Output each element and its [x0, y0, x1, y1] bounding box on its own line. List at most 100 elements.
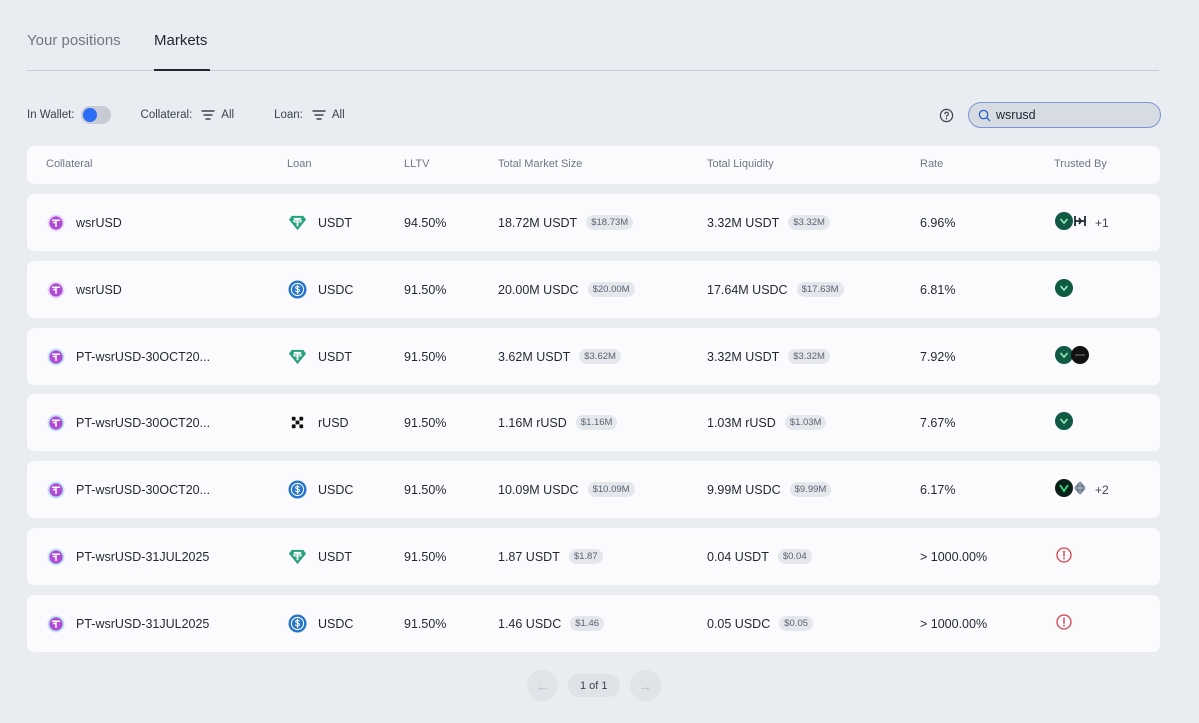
trusted-more-count: +2 — [1095, 482, 1109, 497]
collateral-name: PT-wsrUSD-30OCT20... — [76, 482, 211, 497]
market-size-usd-badge: $10.09M — [587, 482, 635, 497]
tab-your-positions[interactable]: Your positions — [27, 32, 121, 49]
market-size-value: 18.72M USDT — [498, 215, 578, 230]
loan-name: USDC — [318, 616, 354, 631]
table-header: Collateral Loan LLTV Total Market Size T… — [27, 146, 1160, 184]
collateral-cell: PT-wsrUSD-31JUL2025 — [47, 528, 209, 585]
usdc-icon — [288, 614, 307, 633]
rate-cell: > 1000.00% — [920, 549, 988, 564]
col-trusted-by[interactable]: Trusted By — [1054, 158, 1107, 170]
filter-icon — [201, 110, 215, 120]
loan-filter-button[interactable]: All — [312, 109, 345, 121]
vault-bars-icon — [1071, 212, 1089, 233]
market-size-value: 3.62M USDT — [498, 349, 571, 364]
search-input[interactable] — [996, 108, 1146, 122]
liquidity-usd-badge: $3.32M — [788, 349, 830, 364]
liquidity-cell: 9.99M USDC $9.99M — [707, 461, 832, 518]
vault-black-icon — [1071, 346, 1089, 367]
trusted-more-count: +1 — [1095, 215, 1109, 230]
liquidity-usd-badge: $1.03M — [784, 415, 827, 430]
collateral-name: PT-wsrUSD-30OCT20... — [76, 415, 211, 430]
market-size-usd-badge: $1.87 — [568, 549, 603, 564]
in-wallet-label: In Wallet: — [27, 109, 75, 121]
warning-icon — [1055, 613, 1073, 634]
in-wallet-toggle[interactable] — [80, 106, 111, 124]
col-rate[interactable]: Rate — [920, 158, 943, 170]
lltv-cell: 91.50% — [404, 282, 447, 297]
market-size-usd-badge: $1.16M — [575, 415, 618, 430]
collateral-name: wsrUSD — [76, 215, 122, 230]
liquidity-usd-badge: $9.99M — [789, 482, 832, 497]
collateral-name: PT-wsrUSD-31JUL2025 — [76, 549, 210, 564]
loan-name: USDT — [318, 549, 353, 564]
col-total-market-size[interactable]: Total Market Size — [498, 158, 582, 170]
vault-green-icon — [1055, 412, 1073, 433]
loan-cell: USDT — [288, 328, 352, 385]
market-row[interactable]: PT-wsrUSD-30OCT20... USDT 91.50% 3.62M U… — [27, 328, 1160, 385]
pt-icon — [47, 414, 65, 432]
market-row[interactable]: wsrUSD USDT 94.50% 18.72M USDT $18.73M 3… — [27, 194, 1160, 251]
market-row[interactable]: PT-wsrUSD-30OCT20... USDC 91.50% 10.09M … — [27, 461, 1160, 518]
lltv-cell: 91.50% — [404, 415, 447, 430]
market-row[interactable]: PT-wsrUSD-30OCT20... rUSD 91.50% 1.16M r… — [27, 394, 1160, 451]
col-collateral[interactable]: Collateral — [46, 158, 92, 170]
pt-icon — [47, 548, 65, 566]
collateral-cell: PT-wsrUSD-30OCT20... — [47, 461, 210, 518]
col-lltv[interactable]: LLTV — [404, 158, 429, 170]
liquidity-cell: 0.05 USDC $0.05 — [707, 595, 814, 652]
pagination: ← 1 of 1 → — [527, 670, 661, 701]
diamond-icon — [1071, 479, 1089, 500]
market-row[interactable]: PT-wsrUSD-31JUL2025 USDC 91.50% 1.46 USD… — [27, 595, 1160, 652]
loan-filter-label: Loan: — [274, 109, 303, 121]
collateral-filter-button[interactable]: All — [201, 109, 234, 121]
collateral-filter-value: All — [221, 109, 235, 121]
collateral-name: PT-wsrUSD-30OCT20... — [76, 349, 211, 364]
collateral-cell: PT-wsrUSD-30OCT20... — [47, 394, 210, 451]
trusted-by-cell: +1 — [1055, 194, 1109, 251]
market-row[interactable]: PT-wsrUSD-31JUL2025 USDT 91.50% 1.87 USD… — [27, 528, 1160, 585]
liquidity-value: 17.64M USDC — [707, 282, 788, 297]
rusd-icon — [288, 413, 307, 432]
liquidity-usd-badge: $0.04 — [777, 549, 812, 564]
lltv-cell: 94.50% — [404, 215, 447, 230]
market-size-usd-badge: $18.73M — [586, 215, 634, 230]
lltv-cell: 91.50% — [404, 482, 447, 497]
market-size-value: 1.46 USDC — [498, 616, 562, 631]
market-size-cell: 10.09M USDC $10.09M — [498, 461, 635, 518]
lltv-cell: 91.50% — [404, 549, 447, 564]
tab-markets[interactable]: Markets — [154, 32, 207, 49]
pt-icon — [47, 615, 65, 633]
help-icon[interactable] — [939, 108, 954, 123]
arrow-right-icon: → — [638, 677, 653, 694]
next-page-button[interactable]: → — [629, 670, 661, 701]
loan-cell: USDC — [288, 261, 353, 318]
col-loan[interactable]: Loan — [287, 158, 311, 170]
market-row[interactable]: wsrUSD USDC 91.50% 20.00M USDC $20.00M 1… — [27, 261, 1160, 318]
market-size-cell: 18.72M USDT $18.73M — [498, 194, 634, 251]
collateral-cell: wsrUSD — [47, 261, 122, 318]
liquidity-value: 9.99M USDC — [707, 482, 781, 497]
wsrusd-icon — [47, 281, 65, 299]
collateral-cell: PT-wsrUSD-30OCT20... — [47, 328, 210, 385]
loan-name: rUSD — [318, 415, 349, 430]
col-total-liquidity[interactable]: Total Liquidity — [707, 158, 774, 170]
market-size-value: 1.87 USDT — [498, 549, 560, 564]
trusted-by-cell — [1055, 328, 1089, 385]
collateral-filter: Collateral: All — [141, 109, 235, 121]
market-size-cell: 20.00M USDC $20.00M — [498, 261, 635, 318]
collateral-name: wsrUSD — [76, 282, 122, 297]
liquidity-cell: 0.04 USDT $0.04 — [707, 528, 812, 585]
loan-cell: rUSD — [288, 394, 349, 451]
rate-cell: 6.81% — [920, 282, 956, 297]
liquidity-value: 3.32M USDT — [707, 215, 780, 230]
prev-page-button[interactable]: ← — [527, 670, 558, 701]
market-size-cell: 3.62M USDT $3.62M — [498, 328, 621, 385]
trusted-by-cell — [1055, 528, 1073, 585]
liquidity-usd-badge: $3.32M — [788, 215, 830, 230]
tether-icon — [288, 347, 307, 366]
markets-page: Your positions Markets In Wallet: Collat… — [0, 0, 1199, 723]
loan-cell: USDC — [288, 461, 353, 518]
rate-cell: 7.92% — [920, 349, 956, 364]
liquidity-value: 1.03M rUSD — [707, 415, 776, 430]
loan-cell: USDC — [288, 595, 353, 652]
